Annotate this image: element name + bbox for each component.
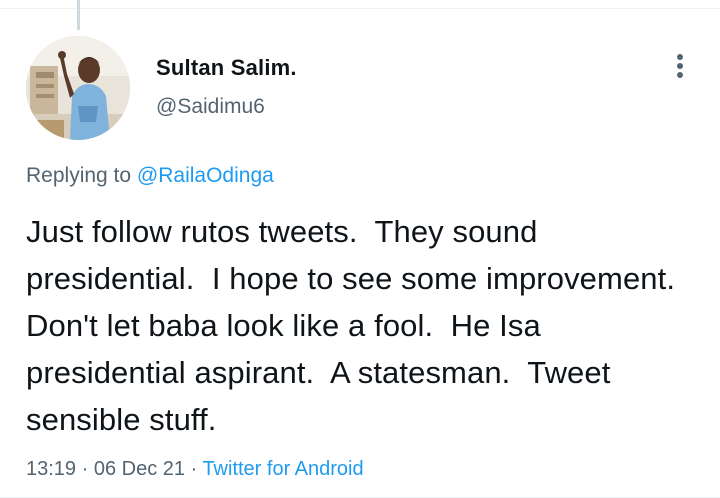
tweet-source-link[interactable]: Twitter for Android	[202, 458, 363, 480]
more-options-button[interactable]	[664, 48, 696, 84]
replying-to-line: Replying to @RailaOdinga	[26, 164, 274, 188]
meta-separator: ·	[76, 458, 94, 480]
author-handle[interactable]: @Saidimu6	[156, 95, 265, 119]
more-vertical-icon	[677, 54, 683, 60]
more-vertical-icon-dot	[677, 72, 683, 78]
avatar-photo	[26, 36, 130, 140]
replying-to-label: Replying to	[26, 164, 137, 187]
meta-separator: ·	[185, 458, 203, 480]
tweet-detail: Sultan Salim. @Saidimu6 Replying to @Rai…	[0, 0, 720, 498]
avatar[interactable]	[26, 36, 130, 140]
more-vertical-icon-dot	[677, 63, 683, 69]
top-divider	[0, 8, 720, 9]
thread-connector-line	[77, 0, 80, 30]
tweet-time[interactable]: 13:19	[26, 458, 76, 480]
tweet-text: Just follow rutos tweets. They sound pre…	[26, 214, 693, 437]
author-name[interactable]: Sultan Salim.	[156, 55, 297, 81]
tweet-metadata: 13:19 · 06 Dec 21 · Twitter for Android	[26, 458, 364, 481]
replying-to-mention-link[interactable]: @RailaOdinga	[137, 164, 274, 187]
tweet-date[interactable]: 06 Dec 21	[94, 458, 185, 480]
